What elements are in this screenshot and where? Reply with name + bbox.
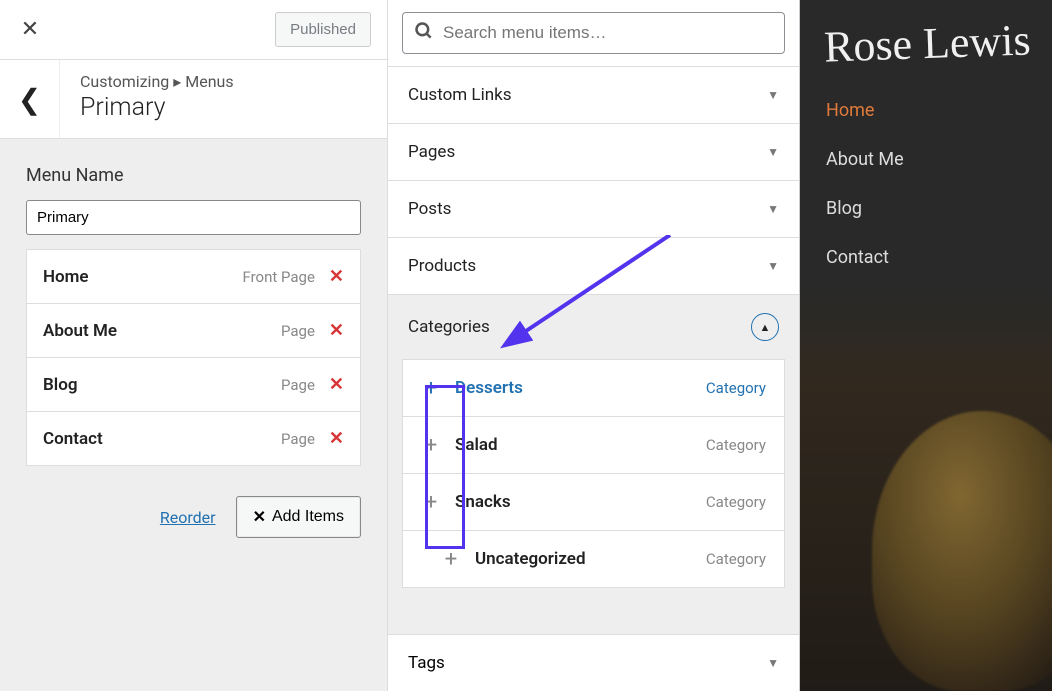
category-row[interactable]: + Snacks Category xyxy=(403,474,784,531)
menu-item-row[interactable]: Blog Page ✕ xyxy=(27,358,360,412)
plus-icon[interactable]: + xyxy=(419,376,443,400)
category-type: Category xyxy=(706,550,766,568)
menu-item-type: Page xyxy=(281,376,315,394)
menu-item-row[interactable]: Home Front Page ✕ xyxy=(27,250,360,304)
category-row[interactable]: + Uncategorized Category xyxy=(403,531,784,587)
category-name: Desserts xyxy=(455,378,706,398)
page-title: Primary xyxy=(80,93,234,122)
search-input[interactable] xyxy=(402,12,785,54)
categories-list: + Desserts Category + Salad Category + S… xyxy=(402,359,785,588)
chevron-up-icon: ▲ xyxy=(751,313,779,341)
breadcrumb-trail: Customizing ▸ Menus xyxy=(80,72,234,91)
publish-button[interactable]: Published xyxy=(275,12,371,47)
remove-icon[interactable]: ✕ xyxy=(329,374,344,395)
category-type: Category xyxy=(706,493,766,511)
accordion-products[interactable]: Products ▼ xyxy=(388,238,799,294)
nav-link-about[interactable]: About Me xyxy=(826,149,904,170)
menu-item-type: Front Page xyxy=(242,268,314,286)
accordion-posts[interactable]: Posts ▼ xyxy=(388,181,799,237)
menu-item-label: About Me xyxy=(43,321,281,341)
menu-item-row[interactable]: About Me Page ✕ xyxy=(27,304,360,358)
remove-icon[interactable]: ✕ xyxy=(329,428,344,449)
add-items-button[interactable]: ✕ Add Items xyxy=(236,496,361,538)
search-icon xyxy=(414,21,434,45)
nav-link-blog[interactable]: Blog xyxy=(826,198,904,219)
search-wrap xyxy=(388,0,799,66)
chevron-down-icon: ▼ xyxy=(767,88,779,102)
nav-link-home[interactable]: Home xyxy=(826,100,904,121)
menu-editor: Menu Name Home Front Page ✕ About Me Pag… xyxy=(0,139,387,564)
menu-item-label: Contact xyxy=(43,429,281,449)
preview-nav: Home About Me Blog Contact xyxy=(826,100,904,268)
item-picker-accordion: Custom Links ▼ Pages ▼ Posts ▼ Products xyxy=(388,66,799,602)
category-name: Uncategorized xyxy=(475,549,706,569)
chevron-down-icon: ▼ xyxy=(767,202,779,216)
category-row[interactable]: + Desserts Category xyxy=(403,360,784,417)
plus-icon[interactable]: + xyxy=(439,547,463,571)
menu-item-label: Home xyxy=(43,267,242,287)
accordion-pages[interactable]: Pages ▼ xyxy=(388,124,799,180)
customizer-panel: ✕ Published ❮ Customizing ▸ Menus Primar… xyxy=(0,0,387,691)
category-name: Snacks xyxy=(455,492,706,512)
accordion-custom-links[interactable]: Custom Links ▼ xyxy=(388,67,799,123)
category-type: Category xyxy=(706,379,766,397)
category-row[interactable]: + Salad Category xyxy=(403,417,784,474)
plus-icon[interactable]: + xyxy=(419,433,443,457)
menu-name-label: Menu Name xyxy=(26,165,361,186)
menu-actions: Reorder ✕ Add Items xyxy=(26,496,361,538)
back-icon[interactable]: ❮ xyxy=(0,60,60,138)
menu-item-label: Blog xyxy=(43,375,281,395)
reorder-link[interactable]: Reorder xyxy=(160,508,216,527)
close-icon[interactable]: ✕ xyxy=(0,0,60,60)
remove-icon[interactable]: ✕ xyxy=(329,320,344,341)
chevron-down-icon: ▼ xyxy=(767,145,779,159)
accordion-categories[interactable]: Categories ▲ xyxy=(388,295,799,359)
category-name: Salad xyxy=(455,435,706,455)
customizer-header: ✕ Published xyxy=(0,0,387,60)
chevron-down-icon: ▼ xyxy=(767,259,779,273)
close-icon: ✕ xyxy=(253,507,266,527)
menu-item-type: Page xyxy=(281,430,315,448)
site-title: Rose Lewis xyxy=(823,14,1031,72)
category-type: Category xyxy=(706,436,766,454)
breadcrumb: ❮ Customizing ▸ Menus Primary xyxy=(0,60,387,139)
menu-item-type: Page xyxy=(281,322,315,340)
item-picker-panel: Custom Links ▼ Pages ▼ Posts ▼ Products xyxy=(387,0,800,691)
menu-item-row[interactable]: Contact Page ✕ xyxy=(27,412,360,465)
site-preview: Rose Lewis Home About Me Blog Contact xyxy=(800,0,1052,691)
remove-icon[interactable]: ✕ xyxy=(329,266,344,287)
chevron-down-icon: ▼ xyxy=(767,656,779,670)
plus-icon[interactable]: + xyxy=(419,490,443,514)
menu-name-input[interactable] xyxy=(26,200,361,235)
nav-link-contact[interactable]: Contact xyxy=(826,247,904,268)
menu-items-list: Home Front Page ✕ About Me Page ✕ Blog P… xyxy=(26,249,361,466)
accordion-tags[interactable]: Tags ▼ xyxy=(388,634,799,691)
